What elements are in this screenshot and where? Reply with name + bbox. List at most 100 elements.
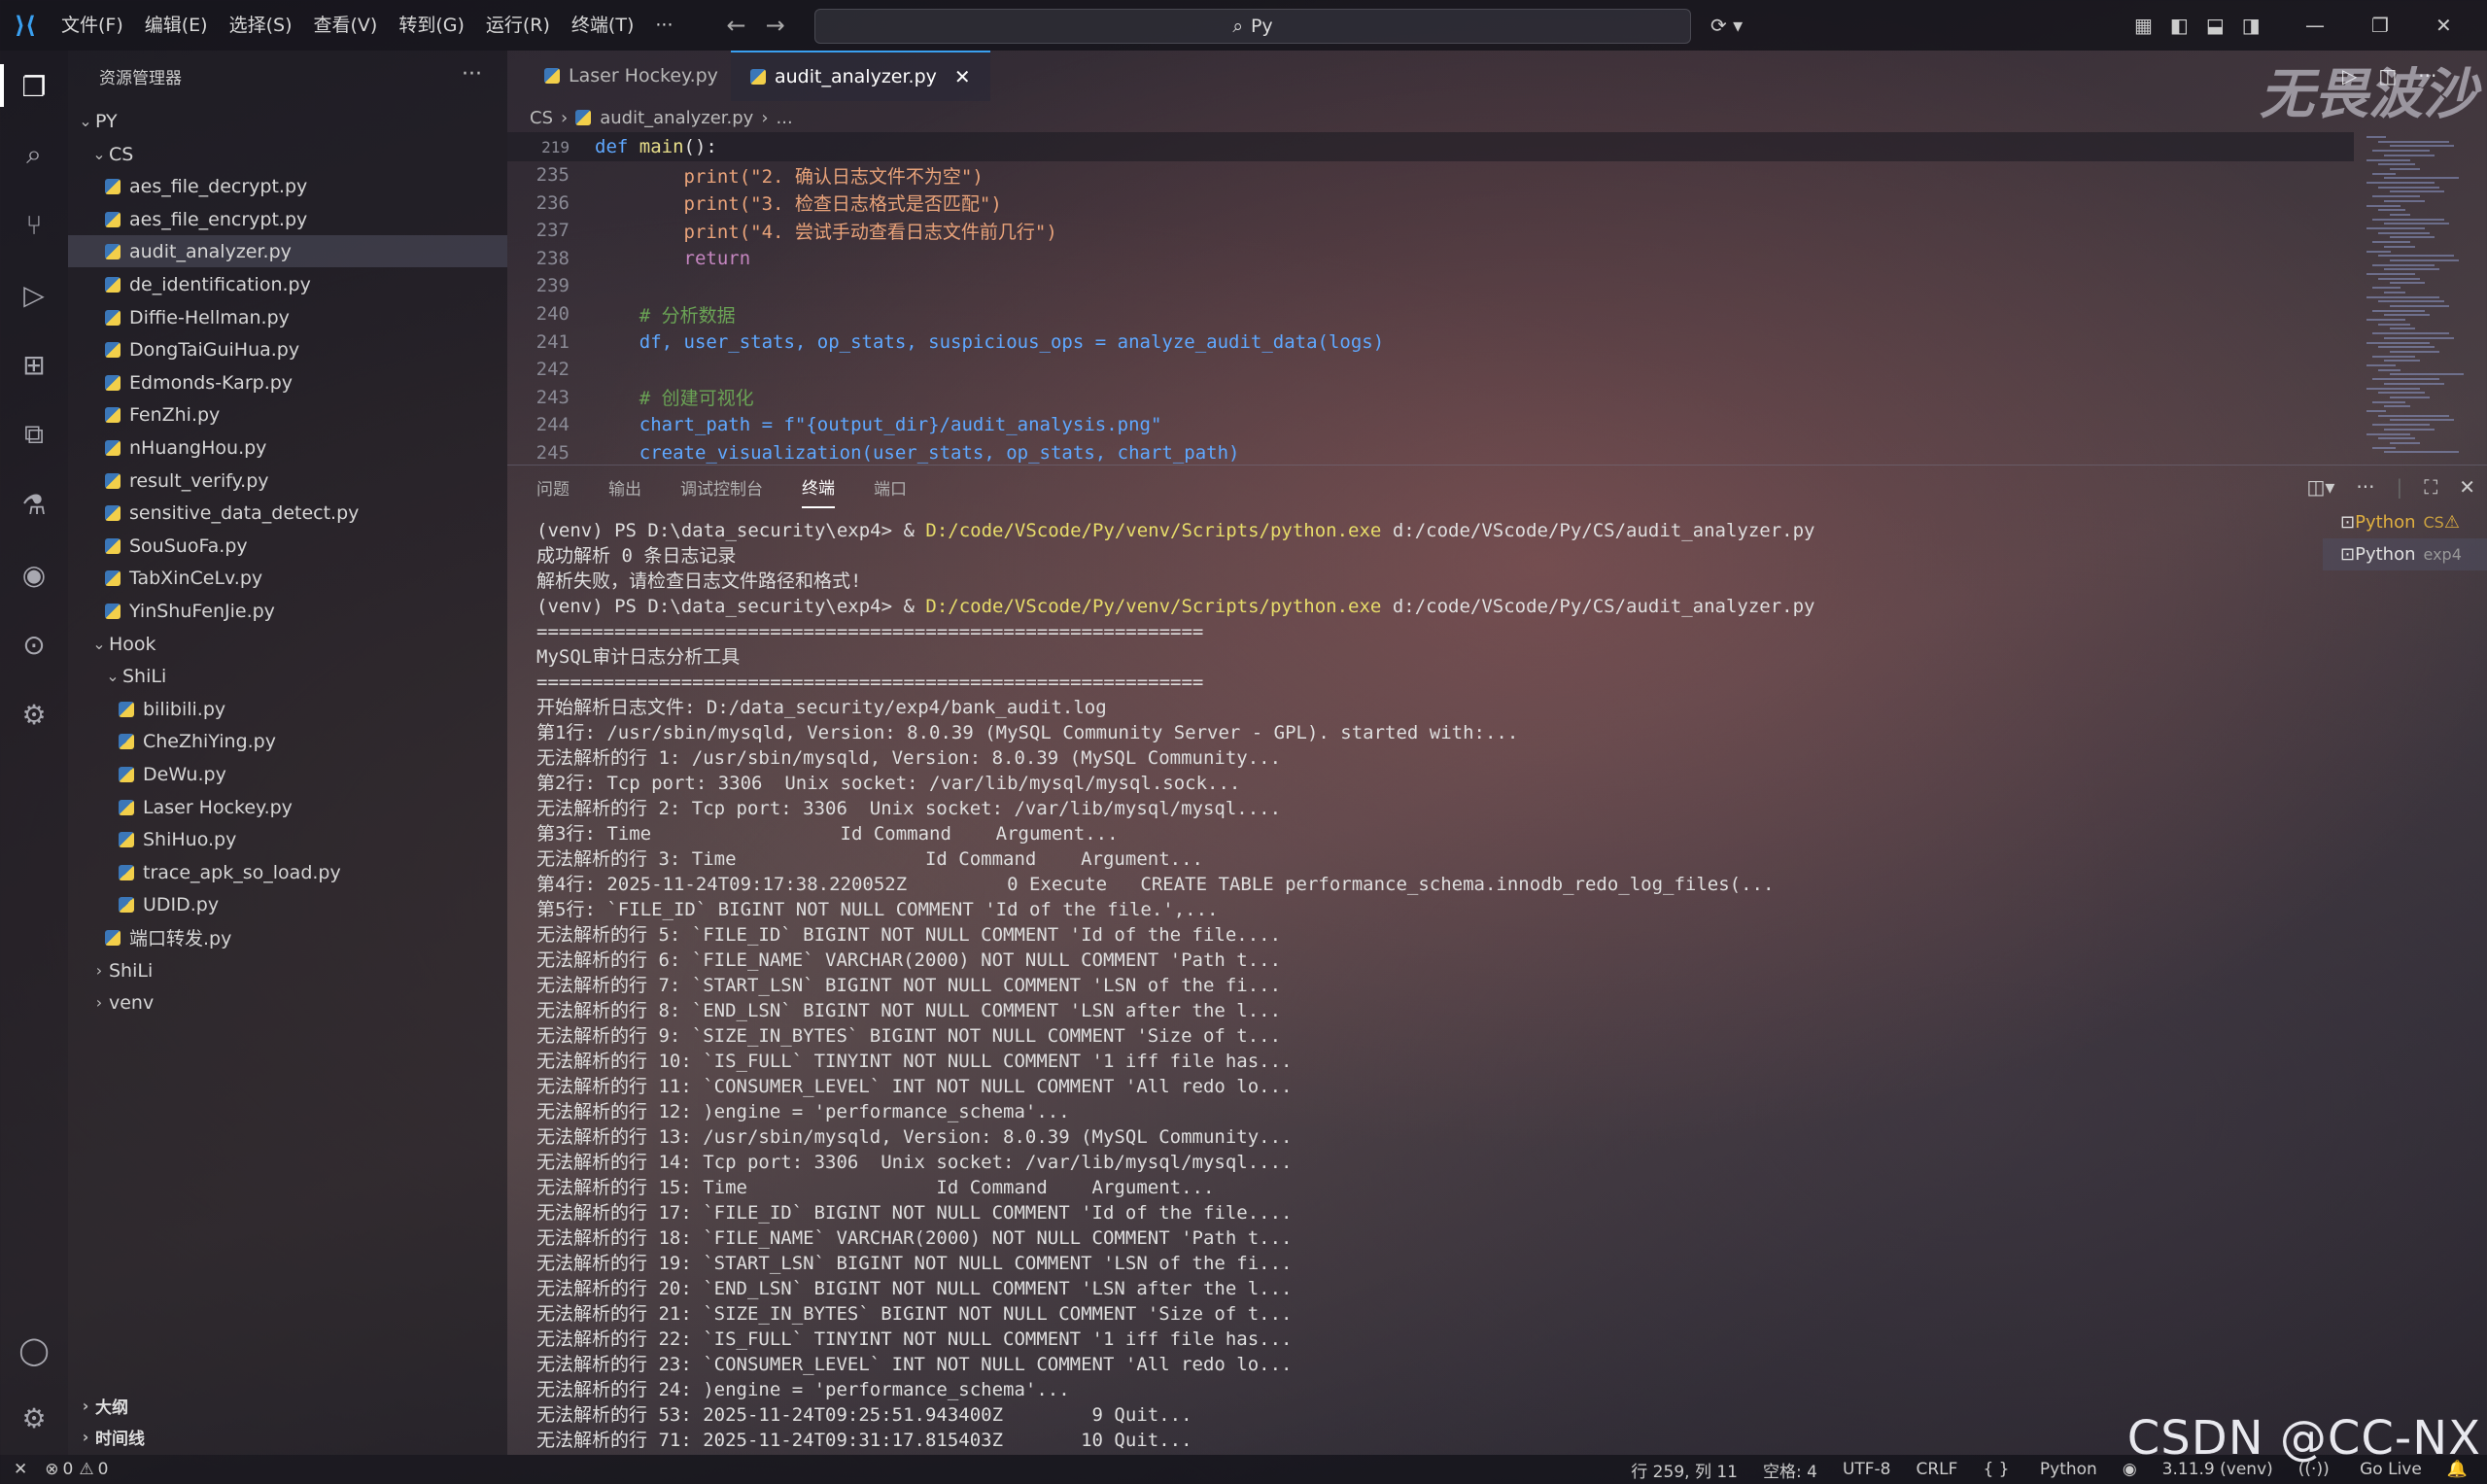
- tab-laser-hockey[interactable]: Laser Hockey.py: [525, 51, 738, 101]
- code-line[interactable]: 238 return: [507, 245, 750, 272]
- folder-shili-sub[interactable]: ⌄ ShiLi: [68, 660, 507, 692]
- extensions-icon[interactable]: ⊞: [14, 344, 54, 385]
- code-line[interactable]: 235 print("2. 确认日志文件不为空"): [507, 161, 984, 189]
- cursor-position[interactable]: 行 259, 列 11: [1631, 1458, 1738, 1482]
- panel-tab[interactable]: 问题: [536, 466, 570, 508]
- file-item[interactable]: SouSuoFa.py: [68, 530, 507, 562]
- code-line[interactable]: 241 df, user_stats, op_stats, suspicious…: [507, 328, 1385, 356]
- toggle-sidebar-icon[interactable]: ◧: [2170, 14, 2189, 37]
- code-line[interactable]: 239: [507, 272, 595, 299]
- menu-item[interactable]: 终端(T): [561, 0, 644, 51]
- breadcrumb-folder[interactable]: CS: [530, 108, 553, 128]
- github-icon[interactable]: ◉: [14, 554, 54, 595]
- menu-item[interactable]: ···: [644, 0, 683, 51]
- file-item[interactable]: bilibili.py: [68, 693, 507, 725]
- breadcrumb-file[interactable]: audit_analyzer.py: [600, 108, 753, 128]
- maximize-panel-icon[interactable]: ⛶: [2424, 475, 2437, 499]
- remote-icon[interactable]: ✕: [14, 1460, 27, 1479]
- file-item[interactable]: de_identification.py: [68, 268, 507, 300]
- tab-audit-analyzer[interactable]: audit_analyzer.py ✕: [731, 51, 990, 101]
- file-item[interactable]: audit_analyzer.py: [68, 235, 507, 267]
- folder-py[interactable]: ⌄ PY: [68, 105, 507, 137]
- file-item[interactable]: Diffie-Hellman.py: [68, 301, 507, 333]
- folder-item[interactable]: › ShiLi: [68, 954, 507, 986]
- minimize-icon[interactable]: —: [2305, 14, 2325, 37]
- close-tab-icon[interactable]: ✕: [954, 65, 971, 88]
- language-mode[interactable]: { } Python: [1983, 1460, 2096, 1479]
- back-arrow-icon[interactable]: ←: [716, 12, 755, 39]
- search-icon[interactable]: ⌕: [14, 134, 54, 175]
- layout-customize-icon[interactable]: ▦: [2134, 14, 2153, 37]
- file-item[interactable]: ShiHuo.py: [68, 823, 507, 855]
- file-item[interactable]: Laser Hockey.py: [68, 791, 507, 823]
- timeline-section[interactable]: › 时间线: [68, 1421, 507, 1452]
- file-item[interactable]: DongTaiGuiHua.py: [68, 333, 507, 365]
- code-line[interactable]: 236 print("3. 检查日志格式是否匹配"): [507, 190, 1002, 217]
- terminal-instance[interactable]: ⊡ Python CS ⚠: [2323, 506, 2487, 538]
- file-item[interactable]: FenZhi.py: [68, 398, 507, 431]
- line-ending[interactable]: CRLF: [1917, 1460, 1958, 1479]
- copilot-chat-icon[interactable]: ⊙: [14, 624, 54, 665]
- file-item[interactable]: result_verify.py: [68, 465, 507, 497]
- menu-item[interactable]: 编辑(E): [134, 0, 219, 51]
- menu-item[interactable]: 文件(F): [51, 0, 134, 51]
- source-control-icon[interactable]: ⑂: [14, 204, 54, 245]
- account-icon[interactable]: ◯: [14, 1329, 54, 1370]
- toggle-panel-icon[interactable]: ⬓: [2206, 14, 2225, 37]
- file-item[interactable]: trace_apk_so_load.py: [68, 856, 507, 888]
- panel-tab[interactable]: 调试控制台: [680, 466, 763, 508]
- code-line[interactable]: 242: [507, 356, 595, 383]
- file-item[interactable]: sensitive_data_detect.py: [68, 497, 507, 529]
- close-window-icon[interactable]: ✕: [2435, 14, 2452, 37]
- file-item[interactable]: aes_file_encrypt.py: [68, 203, 507, 235]
- panel-tab[interactable]: 终端: [802, 466, 835, 508]
- file-item[interactable]: nHuangHou.py: [68, 431, 507, 464]
- file-item[interactable]: UDID.py: [68, 888, 507, 920]
- panel-tab[interactable]: 端口: [874, 466, 907, 508]
- warning-count[interactable]: 0: [98, 1460, 109, 1479]
- folder-item[interactable]: › venv: [68, 986, 507, 1018]
- more-actions-icon[interactable]: ···: [462, 62, 482, 86]
- menu-item[interactable]: 查看(V): [303, 0, 389, 51]
- breadcrumb-symbol[interactable]: ...: [777, 108, 793, 128]
- error-count[interactable]: 0: [63, 1460, 74, 1479]
- code-line[interactable]: 245 create_visualization(user_stats, op_…: [507, 439, 1240, 466]
- code-line[interactable]: 240 # 分析数据: [507, 300, 736, 328]
- file-item[interactable]: Edmonds-Karp.py: [68, 366, 507, 398]
- terminal-more-icon[interactable]: ···: [2356, 475, 2374, 499]
- encoding[interactable]: UTF-8: [1843, 1460, 1891, 1479]
- file-item[interactable]: CheZhiYing.py: [68, 725, 507, 757]
- command-center-search[interactable]: ⌕ Py: [814, 9, 1691, 44]
- run-debug-icon[interactable]: ▷: [14, 274, 54, 315]
- explorer-icon[interactable]: ❐: [14, 66, 54, 107]
- remote-explorer-icon[interactable]: ⧉: [14, 414, 54, 455]
- file-item[interactable]: 端口转发.py: [68, 921, 507, 953]
- indentation[interactable]: 空格: 4: [1763, 1458, 1817, 1482]
- file-item[interactable]: TabXinCeLv.py: [68, 562, 507, 594]
- minimap[interactable]: [2357, 136, 2483, 466]
- menu-item[interactable]: 选择(S): [219, 0, 303, 51]
- testing-icon[interactable]: ⚗: [14, 484, 54, 525]
- panel-tab[interactable]: 输出: [608, 466, 641, 508]
- settings-sync-icon[interactable]: ⚙: [14, 694, 54, 735]
- code-line[interactable]: 237 print("4. 尝试手动查看日志文件前几行"): [507, 217, 1057, 244]
- code-line[interactable]: 244 chart_path = f"{output_dir}/audit_an…: [507, 411, 1162, 438]
- restore-icon[interactable]: ❐: [2371, 14, 2389, 37]
- folder-hook[interactable]: ⌄ Hook: [68, 628, 507, 660]
- close-panel-icon[interactable]: ✕: [2459, 475, 2475, 499]
- folder-cs[interactable]: ⌄ CS: [68, 138, 507, 170]
- menu-item[interactable]: 转到(G): [388, 0, 475, 51]
- outline-section[interactable]: › 大纲: [68, 1390, 507, 1421]
- terminal-instance[interactable]: ⊡ Python exp4: [2323, 538, 2487, 570]
- code-line[interactable]: 243 # 创建可视化: [507, 384, 754, 411]
- toggle-secondary-sidebar-icon[interactable]: ◨: [2242, 14, 2261, 37]
- file-item[interactable]: DeWu.py: [68, 758, 507, 790]
- split-terminal-icon[interactable]: ◫▾: [2306, 475, 2334, 499]
- forward-arrow-icon[interactable]: →: [756, 12, 795, 39]
- file-item[interactable]: YinShuFenJie.py: [68, 595, 507, 627]
- file-item[interactable]: aes_file_decrypt.py: [68, 170, 507, 202]
- copilot-button[interactable]: ⟳ ▾: [1710, 0, 1743, 51]
- menu-item[interactable]: 运行(R): [475, 0, 561, 51]
- manage-gear-icon[interactable]: ⚙: [14, 1398, 54, 1438]
- sticky-scroll-line[interactable]: 219 def main():: [507, 132, 2354, 161]
